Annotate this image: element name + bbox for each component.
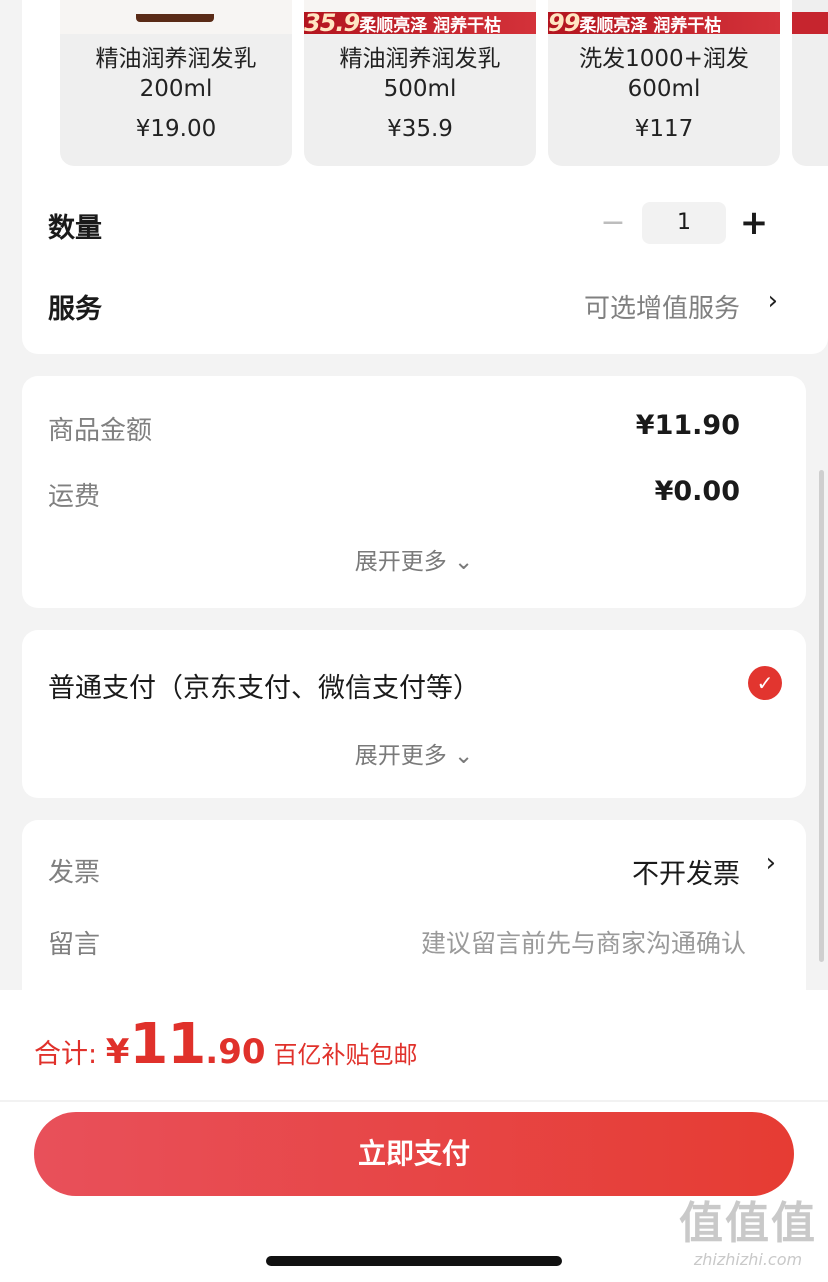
promo-banner-text: 柔顺亮泽 润养干枯 (359, 16, 502, 34)
invoice-note-card: 发票 不开发票 › 留言 建议留言前先与商家沟通确认 (22, 820, 806, 1010)
promo-banner-price: 35.9 (304, 12, 360, 34)
variant-option-200ml[interactable]: 精油润养润发乳 200ml ¥19.00 (60, 0, 292, 166)
invoice-value: 不开发票 (632, 859, 740, 890)
watermark-logo: 值值值 zhizhizhi.com (678, 1198, 818, 1269)
variant-price: ¥19.00 (135, 116, 217, 142)
invoice-label: 发票 (48, 858, 101, 888)
service-selector[interactable]: 可选增值服务 › (540, 284, 786, 328)
variant-name-line1: 精油润养润发乳 (339, 46, 501, 72)
goods-amount-label: 商品金额 (48, 416, 153, 446)
chevron-right-icon: › (765, 848, 776, 878)
service-label: 服务 (48, 294, 102, 325)
chevron-right-icon: › (767, 286, 778, 316)
goods-amount-value: ¥11.90 (635, 410, 740, 441)
quantity-input[interactable]: 1 (642, 202, 726, 244)
quantity-increase-button[interactable]: + (738, 206, 770, 240)
variant-name: 洗发1000+润发 600ml (548, 44, 780, 104)
total-decimal: .90 (205, 1032, 266, 1072)
home-indicator[interactable] (266, 1256, 562, 1266)
invoice-selector[interactable]: 不开发票 › (582, 846, 806, 894)
variant-name-line2: 600ml (627, 76, 701, 102)
variant-price: ¥35.9 (387, 116, 453, 142)
variant-name-line2: 200ml (139, 76, 213, 102)
scrollbar[interactable] (819, 470, 824, 962)
variant-name-line1: 精油润养润发乳 (95, 46, 257, 72)
shipping-label: 运费 (48, 482, 101, 512)
payment-method-card: 普通支付（京东支付、微信支付等） ✓ 展开更多 ⌄ (22, 630, 806, 798)
variant-option-next[interactable] (792, 0, 828, 166)
promo-banner: 99柔顺亮泽 润养干枯 (548, 12, 780, 34)
total-currency: ¥ (105, 1032, 130, 1072)
promo-banner-text: 柔顺亮泽 润养干枯 (579, 16, 722, 34)
pay-now-button[interactable]: 立即支付 (34, 1112, 794, 1196)
quantity-decrease-button[interactable]: − (598, 208, 628, 238)
quantity-label: 数量 (48, 213, 102, 244)
note-input[interactable]: 建议留言前先与商家沟通确认 (421, 924, 746, 960)
expand-more-button[interactable]: 展开更多 ⌄ (22, 736, 806, 770)
variant-name: 精油润养润发乳 500ml (304, 44, 536, 104)
divider (0, 1100, 828, 1102)
watermark-text: 值值值 (679, 1198, 817, 1249)
promo-banner-price: 99 (548, 12, 580, 34)
note-label: 留言 (48, 930, 101, 960)
variant-name: 精油润养润发乳 200ml (60, 44, 292, 104)
promo-banner: 35.9柔顺亮泽 润养干枯 (304, 12, 536, 34)
bottle-image (136, 14, 214, 22)
variant-option-600ml[interactable]: 99柔顺亮泽 润养干枯 洗发1000+润发 600ml ¥117 (548, 0, 780, 166)
amount-summary-card: 商品金额 ¥11.90 运费 ¥0.00 展开更多 ⌄ (22, 376, 806, 608)
checkmark-icon[interactable]: ✓ (748, 666, 782, 700)
subsidy-tag: 百亿补贴包邮 (273, 1041, 418, 1069)
variant-name-line1: 洗发1000+润发 (579, 46, 749, 72)
service-value: 可选增值服务 (583, 294, 740, 324)
variant-price: ¥117 (634, 116, 694, 142)
watermark-url: zhizhizhi.com (693, 1250, 803, 1269)
variant-option-500ml[interactable]: 35.9柔顺亮泽 润养干枯 精油润养润发乳 500ml ¥35.9 (304, 0, 536, 166)
promo-banner (792, 12, 828, 34)
total-integer: 11 (129, 1012, 206, 1077)
shipping-value: ¥0.00 (654, 476, 740, 507)
payment-method-label[interactable]: 普通支付（京东支付、微信支付等） (48, 666, 480, 705)
variant-name-line2: 500ml (383, 76, 457, 102)
total-label: 合计: (34, 1039, 106, 1070)
expand-more-button[interactable]: 展开更多 ⌄ (22, 542, 806, 576)
order-total: 合计: ¥11.90 百亿补贴包邮 (34, 1012, 418, 1077)
